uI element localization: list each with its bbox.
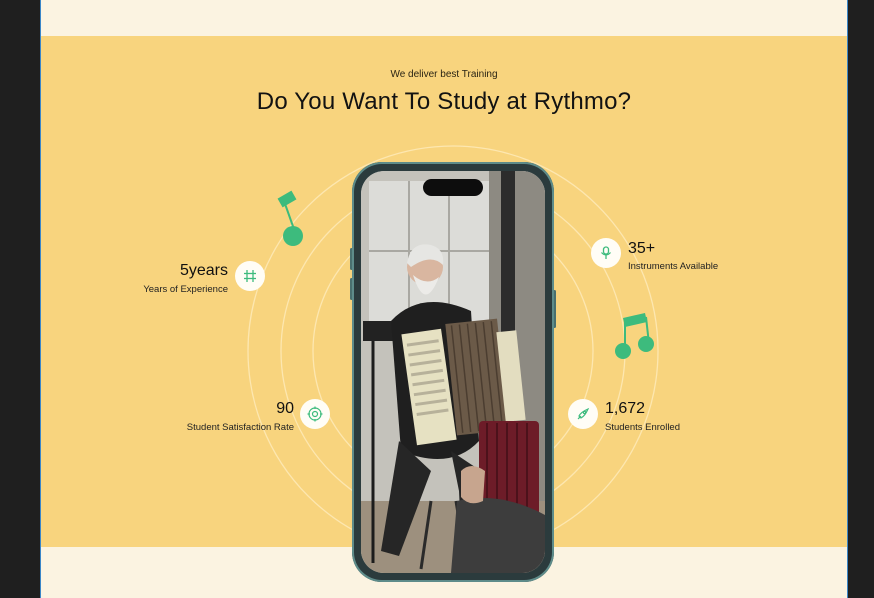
microphone-icon bbox=[591, 238, 621, 268]
stat-instruments-label: Instruments Available bbox=[628, 261, 719, 272]
phone-screen-video[interactable] bbox=[361, 171, 545, 573]
phone-dynamic-island bbox=[423, 179, 483, 196]
stat-years-value: 5years bbox=[179, 262, 228, 279]
stat-satisfaction-label: Student Satisfaction Rate bbox=[186, 422, 294, 433]
rocket-icon bbox=[568, 399, 598, 429]
hash-icon bbox=[235, 261, 265, 291]
page-section: We deliver best Training Do You Want To … bbox=[40, 0, 848, 598]
stat-enrolled-value: 1,672 bbox=[605, 400, 646, 417]
stat-enrolled-label: Students Enrolled bbox=[605, 422, 680, 433]
stat-years-label: Years of Experience bbox=[143, 284, 228, 295]
target-icon bbox=[300, 399, 330, 429]
stat-satisfaction-value: 90 bbox=[276, 400, 294, 417]
stat-instruments-value: 35+ bbox=[628, 240, 656, 257]
phone-mockup bbox=[352, 162, 554, 582]
double-music-note-icon bbox=[615, 313, 654, 359]
accordion-player-photo bbox=[361, 171, 545, 573]
